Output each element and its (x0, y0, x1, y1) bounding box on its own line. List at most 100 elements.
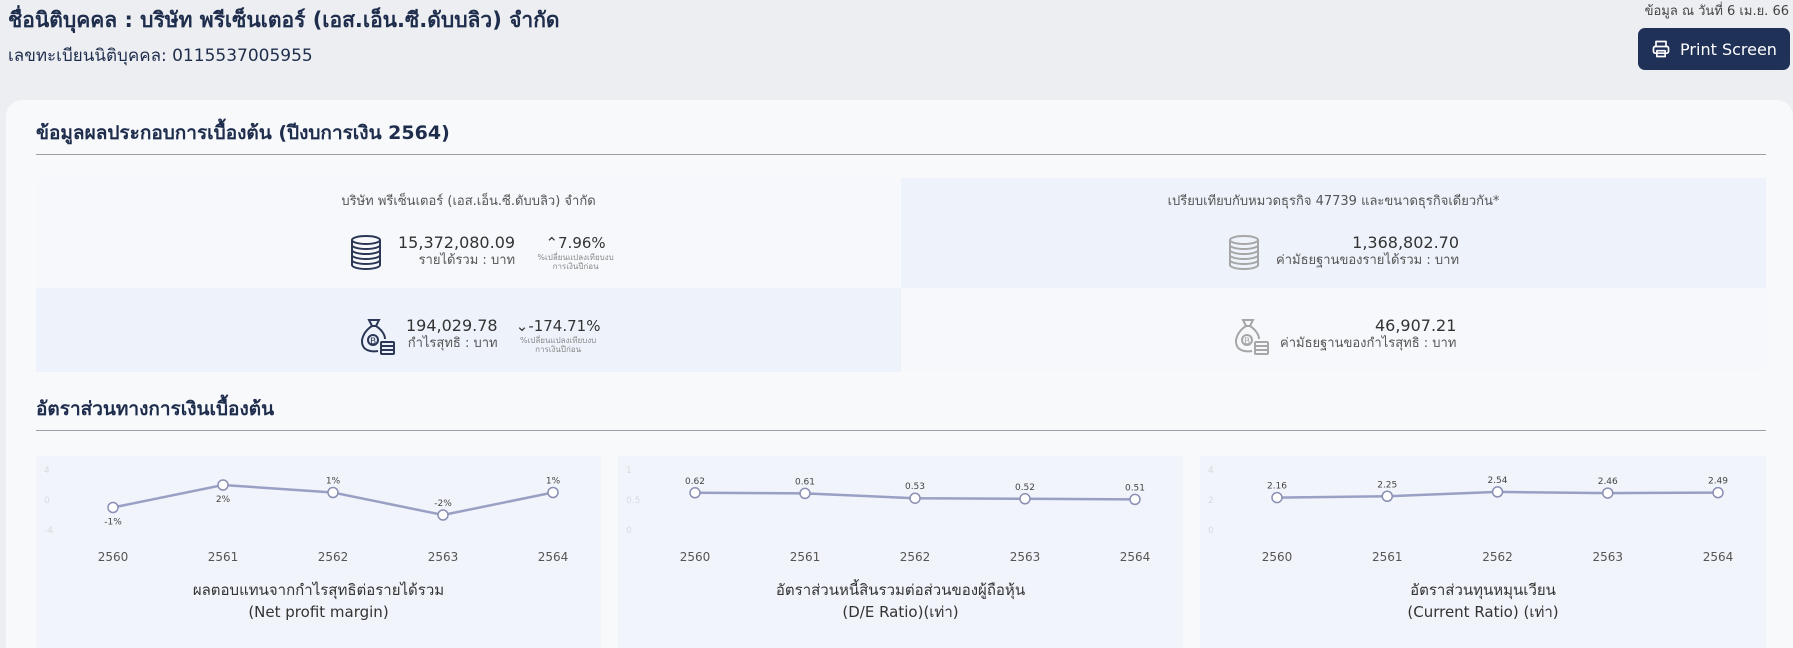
x-tick-label: 2563 (428, 550, 459, 564)
median-profit-label: ค่ามัธยฐานของกำไรสุทธิ : บาท (1280, 336, 1457, 351)
data-point (437, 509, 449, 521)
y-tick-label: 4 (1208, 466, 1214, 476)
print-screen-button[interactable]: Print Screen (1638, 28, 1790, 70)
data-label: 0.62 (685, 477, 705, 487)
data-point (1019, 493, 1031, 505)
revenue-change-note: %เปลี่ยนแปลงเทียบงบการเงินปีก่อน (537, 253, 614, 271)
median-profit-stat: B 46,907.21 ค่ามัธยฐานของกำไรสุทธิ : บาท (1230, 316, 1456, 356)
data-label: 2.46 (1598, 477, 1618, 487)
ratios-divider (36, 430, 1766, 431)
x-tick-label: 2561 (208, 550, 239, 564)
revenue-label: รายได้รวม : บาท (418, 253, 516, 268)
chart-caption-line2: (Net profit margin) (248, 603, 389, 621)
x-tick-label: 2562 (318, 550, 349, 564)
data-point (1602, 487, 1614, 499)
data-label: -1% (104, 518, 122, 528)
data-label: 1% (546, 477, 561, 487)
net-profit-change: -174.71% (528, 317, 601, 335)
print-screen-label: Print Screen (1680, 39, 1777, 59)
data-point (1271, 491, 1283, 504)
chart-caption-line1: อัตราส่วนหนี้สินรวมต่อส่วนของผู้ถือหุ้น (775, 581, 1026, 599)
data-label: 0.53 (905, 482, 925, 492)
x-tick-label: 2561 (1372, 550, 1403, 564)
y-tick-label: 1 (626, 466, 632, 476)
chart-caption-line2: (Current Ratio) (เท่า) (1407, 603, 1559, 621)
y-tick-label: 0.5 (626, 496, 640, 506)
chart-caption-line2: (D/E Ratio)(เท่า) (842, 603, 959, 621)
median-profit-value: 46,907.21 (1374, 316, 1457, 335)
x-tick-label: 2563 (1592, 550, 1623, 564)
x-tick-label: 2560 (680, 550, 711, 564)
net-profit-change-note: %เปลี่ยนแปลงเทียบงบการเงินปีก่อน (519, 336, 597, 354)
y-tick-label: 0 (1208, 526, 1214, 536)
line-chart-svg: 4 2 0 2.16 2560 2.25 2561 2.54 2562 2.46 2563 2.49 2… (1208, 466, 1734, 564)
median-revenue-value: 1,368,802.70 (1352, 233, 1460, 252)
coins-stack-icon (351, 235, 381, 271)
net-profit-stat: B 194,029.78 กำไรสุทธิ : บาท ⌄-174.71% %… (356, 316, 601, 356)
data-point (327, 486, 339, 499)
svg-text:B: B (370, 337, 376, 347)
data-label: 0.51 (1125, 483, 1145, 493)
net-profit-label: กำไรสุทธิ : บาท (407, 336, 498, 351)
trend-down-icon: ⌄ (515, 317, 529, 335)
x-tick-label: 2560 (1262, 550, 1293, 564)
chart-caption-line1: ผลตอบแทนจากกำไรสุทธิต่อรายได้รวม (192, 581, 445, 599)
x-tick-label: 2562 (1482, 550, 1513, 564)
y-tick-label: 0 (626, 526, 632, 536)
x-tick-label: 2561 (790, 550, 821, 564)
data-label: 2.25 (1377, 480, 1397, 490)
median-revenue-stat: 1,368,802.70 ค่ามัธยฐานของรายได้รวม : บา… (1226, 233, 1459, 273)
x-tick-label: 2563 (1010, 550, 1041, 564)
chart-caption-line1: อัตราส่วนทุนหมุนเวียน (1410, 581, 1556, 599)
data-point (217, 479, 229, 491)
revenue-value: 15,372,080.09 (398, 233, 516, 252)
coins-stack-icon (1229, 235, 1259, 271)
data-point (547, 486, 559, 499)
line-chart-svg: 1 0.5 0 0.62 2560 0.61 2561 0.53 2562 0.52 2563 0.5… (626, 466, 1151, 564)
data-as-of-date: ข้อมูล ณ วันที่ 6 เม.ย. 66 (1644, 4, 1789, 19)
company-name: ชื่อนิติบุคคล : บริษัท พรีเซ็นเตอร์ (เอส… (8, 8, 560, 32)
y-tick-label: 4 (44, 466, 50, 476)
net-profit-margin-chart: 4 0 -4 -1% 2560 2% 2561 1% 2562 -2% 2563 1% 2564 ผลต… (36, 456, 601, 648)
x-tick-label: 2564 (1703, 550, 1734, 564)
overview-divider (36, 154, 1766, 155)
x-tick-label: 2564 (538, 550, 569, 564)
y-tick-label: 0 (44, 496, 50, 506)
money-bag-baht-icon: B (361, 319, 395, 355)
data-label: 2% (216, 495, 231, 505)
data-label: -2% (434, 499, 452, 509)
x-tick-label: 2560 (98, 550, 129, 564)
printer-icon (1652, 40, 1670, 58)
current-ratio-chart: 4 2 0 2.16 2560 2.25 2561 2.54 2562 2.46 2563 2.49 2… (1200, 456, 1766, 648)
data-point (1381, 490, 1393, 502)
net-profit-value: 194,029.78 (406, 316, 498, 335)
median-revenue-label: ค่ามัธยฐานของรายได้รวม : บาท (1276, 253, 1460, 268)
data-point (909, 492, 921, 504)
data-label: 2.49 (1708, 477, 1728, 487)
y-tick-label: -4 (44, 526, 53, 536)
data-point (799, 487, 811, 500)
company-panel-title: บริษัท พรีเซ็นเตอร์ (เอส.เอ็น.ซี.ดับบลิว… (341, 194, 596, 209)
data-label: 0.61 (795, 477, 815, 487)
x-tick-label: 2562 (900, 550, 931, 564)
data-point (1491, 486, 1504, 498)
data-label: 1% (326, 477, 341, 487)
de-ratio-chart: 1 0.5 0 0.62 2560 0.61 2561 0.53 2562 0.52 2563 0.5… (618, 456, 1183, 648)
overview-title: ข้อมูลผลประกอบการเบื้องต้น (ปีงบการเงิน … (36, 122, 450, 144)
data-point (107, 501, 119, 514)
data-label: 2.16 (1267, 482, 1287, 492)
data-label: 0.52 (1015, 483, 1035, 493)
compare-panel-title: เปรียบเทียบกับหมวดธุรกิจ 47739 และขนาดธุ… (1167, 194, 1500, 209)
ratios-title: อัตราส่วนทางการเงินเบื้องต้น (36, 398, 275, 420)
registration-number: เลขทะเบียนนิติบุคคล: 0115537005955 (8, 46, 313, 66)
line-chart-svg: 4 0 -4 -1% 2560 2% 2561 1% 2562 -2% 2563 1% 2564 (44, 466, 569, 564)
x-tick-label: 2564 (1120, 550, 1151, 564)
revenue-change: 7.96% (558, 234, 606, 252)
svg-text:B: B (1244, 337, 1250, 347)
data-point (1712, 486, 1724, 499)
money-bag-baht-icon: B (1235, 319, 1269, 355)
y-tick-label: 2 (1208, 496, 1214, 506)
trend-up-icon: ⌃ (545, 234, 559, 252)
data-point (1129, 493, 1141, 506)
revenue-stat: 15,372,080.09 รายได้รวม : บาท ⌃7.96% %เป… (348, 233, 618, 273)
